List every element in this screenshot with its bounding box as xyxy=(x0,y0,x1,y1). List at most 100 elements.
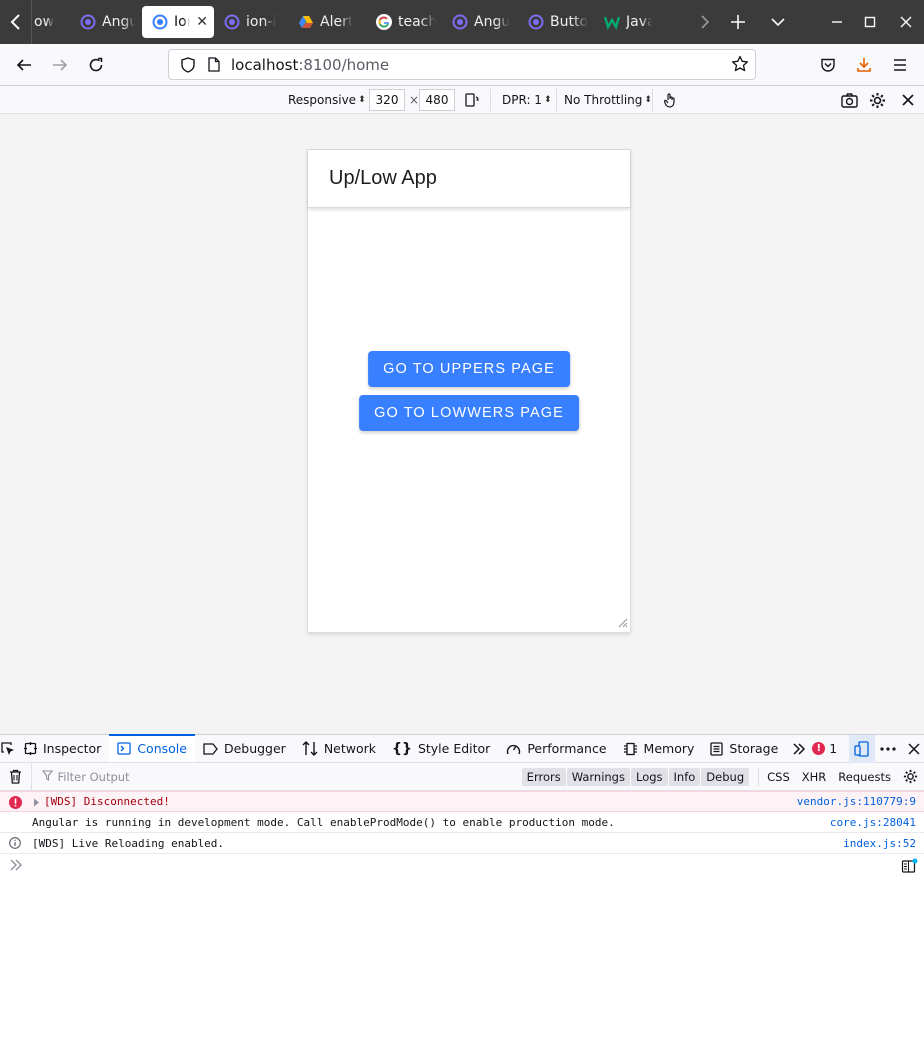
tab-label: Debugger xyxy=(223,741,286,756)
tab-label: Memory xyxy=(643,741,695,756)
touch-simulation-button[interactable] xyxy=(662,89,678,111)
tab-scroll-left-button[interactable] xyxy=(0,0,32,44)
minimize-icon xyxy=(832,21,842,23)
console-output: [WDS] Disconnected! vendor.js:110779:9 A… xyxy=(0,791,924,1053)
message-source-link[interactable]: index.js:52 xyxy=(843,837,916,850)
style-editor-icon: {} xyxy=(392,740,412,757)
throttling-selector[interactable]: No Throttling xyxy=(564,89,652,111)
devtools-menu-button[interactable] xyxy=(875,735,901,763)
browser-tab[interactable]: Angu xyxy=(70,6,142,38)
go-to-uppers-button[interactable]: GO TO UPPERS PAGE xyxy=(368,351,570,387)
close-icon[interactable]: ✕ xyxy=(196,14,208,30)
back-button[interactable] xyxy=(6,49,42,81)
editor-mode-toggle[interactable] xyxy=(901,858,918,877)
toggle-rdm-button[interactable] xyxy=(848,734,875,763)
filter-debug-button[interactable]: Debug xyxy=(701,767,750,786)
tab-storage[interactable]: Storage xyxy=(702,735,786,762)
tab-performance[interactable]: Performance xyxy=(498,735,614,762)
browser-tab[interactable]: ion-i xyxy=(214,6,288,38)
device-selector[interactable]: Responsive xyxy=(288,89,366,111)
close-icon xyxy=(908,742,920,755)
ionic-icon xyxy=(152,14,168,30)
close-devtools-button[interactable] xyxy=(901,735,924,763)
error-count-badge[interactable]: ! 1 xyxy=(812,742,837,756)
message-source-link[interactable]: core.js:28041 xyxy=(830,816,916,829)
tab-debugger[interactable]: Debugger xyxy=(195,735,294,762)
minimize-button[interactable] xyxy=(822,0,852,44)
filter-placeholder: Filter Output xyxy=(57,769,130,784)
filter-errors-button[interactable]: Errors xyxy=(521,767,566,786)
browser-tab[interactable]: Angu xyxy=(442,6,518,38)
tab-label: Inspector xyxy=(43,741,102,756)
tab-memory[interactable]: Memory xyxy=(615,735,703,762)
reload-button[interactable] xyxy=(78,49,114,81)
url-bar[interactable]: localhost:8100/home xyxy=(168,49,756,80)
dimension-separator: × xyxy=(409,93,420,107)
console-input[interactable] xyxy=(0,854,924,878)
viewport-height-input[interactable]: 480 xyxy=(419,89,455,111)
viewport-width-input[interactable]: 320 xyxy=(369,89,405,111)
tab-console[interactable]: Console xyxy=(109,734,195,762)
browser-tab[interactable]: Butto xyxy=(518,6,594,38)
forward-button[interactable] xyxy=(42,49,78,81)
list-all-tabs-button[interactable] xyxy=(758,0,798,44)
tab-label: Storage xyxy=(729,741,779,756)
url-text[interactable]: localhost:8100/home xyxy=(231,56,389,74)
close-icon xyxy=(902,94,914,106)
console-message-info[interactable]: [WDS] Live Reloading enabled. index.js:5… xyxy=(0,833,924,854)
close-rdm-button[interactable] xyxy=(902,89,914,111)
browser-tab[interactable]: ow xyxy=(32,6,70,38)
tab-label: Performance xyxy=(527,741,607,756)
browser-tab[interactable]: teach xyxy=(366,6,442,38)
tracking-protection-shield-icon[interactable] xyxy=(177,56,199,73)
console-message-log[interactable]: Angular is running in development mode. … xyxy=(0,812,924,833)
google-drive-icon xyxy=(298,14,314,30)
tab-inspector[interactable]: Inspector xyxy=(16,735,109,762)
download-icon xyxy=(857,58,871,72)
app-toolbar: Up/Low App xyxy=(308,150,630,208)
screenshot-button[interactable] xyxy=(841,89,858,111)
tab-label: Network xyxy=(323,741,377,756)
debugger-icon xyxy=(203,742,218,755)
console-settings-button[interactable] xyxy=(903,769,918,784)
browser-tab-active[interactable]: Ion ✕ xyxy=(142,6,214,38)
message-text: [WDS] Disconnected! xyxy=(44,795,170,808)
filter-logs-button[interactable]: Logs xyxy=(630,767,668,786)
filter-requests-button[interactable]: Requests xyxy=(838,770,891,784)
page-info-icon[interactable] xyxy=(203,57,225,72)
rdm-settings-button[interactable] xyxy=(869,89,886,111)
expand-triangle-icon[interactable] xyxy=(33,797,40,810)
menu-button[interactable] xyxy=(882,49,918,81)
close-window-button[interactable] xyxy=(888,0,924,44)
maximize-button[interactable] xyxy=(852,0,888,44)
tab-style-editor[interactable]: {} Style Editor xyxy=(384,735,498,762)
filter-warnings-button[interactable]: Warnings xyxy=(566,767,630,786)
message-source-link[interactable]: vendor.js:110779:9 xyxy=(797,795,916,808)
filter-info-button[interactable]: Info xyxy=(668,767,701,786)
filter-output-input[interactable]: Filter Output xyxy=(31,762,513,791)
console-message-error[interactable]: [WDS] Disconnected! vendor.js:110779:9 xyxy=(0,791,924,812)
element-picker-button[interactable] xyxy=(0,735,16,762)
clear-console-button[interactable] xyxy=(0,769,31,784)
new-tab-button[interactable] xyxy=(718,0,758,44)
more-tools-button[interactable] xyxy=(786,735,812,762)
gear-icon xyxy=(903,769,918,784)
pocket-button[interactable] xyxy=(810,49,846,81)
dpr-selector[interactable]: DPR: 1 xyxy=(502,89,551,111)
filter-css-button[interactable]: CSS xyxy=(767,770,790,784)
rotate-viewport-button[interactable] xyxy=(464,89,480,111)
tab-title: Javat xyxy=(626,14,652,30)
more-horizontal-icon xyxy=(880,746,896,751)
resize-grip-icon[interactable] xyxy=(616,616,628,628)
trash-icon xyxy=(10,769,22,784)
filter-xhr-button[interactable]: XHR xyxy=(802,770,827,784)
browser-tab[interactable]: Alert xyxy=(288,6,366,38)
tab-network[interactable]: Network xyxy=(294,735,384,762)
chevron-down-icon xyxy=(771,18,785,27)
bookmark-star-icon[interactable] xyxy=(731,55,749,77)
tab-title: Angu xyxy=(102,14,136,30)
go-to-lowers-button[interactable]: GO TO LOWWERS PAGE xyxy=(359,395,579,431)
tab-scroll-right-button[interactable] xyxy=(692,0,718,44)
downloads-button[interactable] xyxy=(846,49,882,81)
browser-tab[interactable]: Javat xyxy=(594,6,658,38)
